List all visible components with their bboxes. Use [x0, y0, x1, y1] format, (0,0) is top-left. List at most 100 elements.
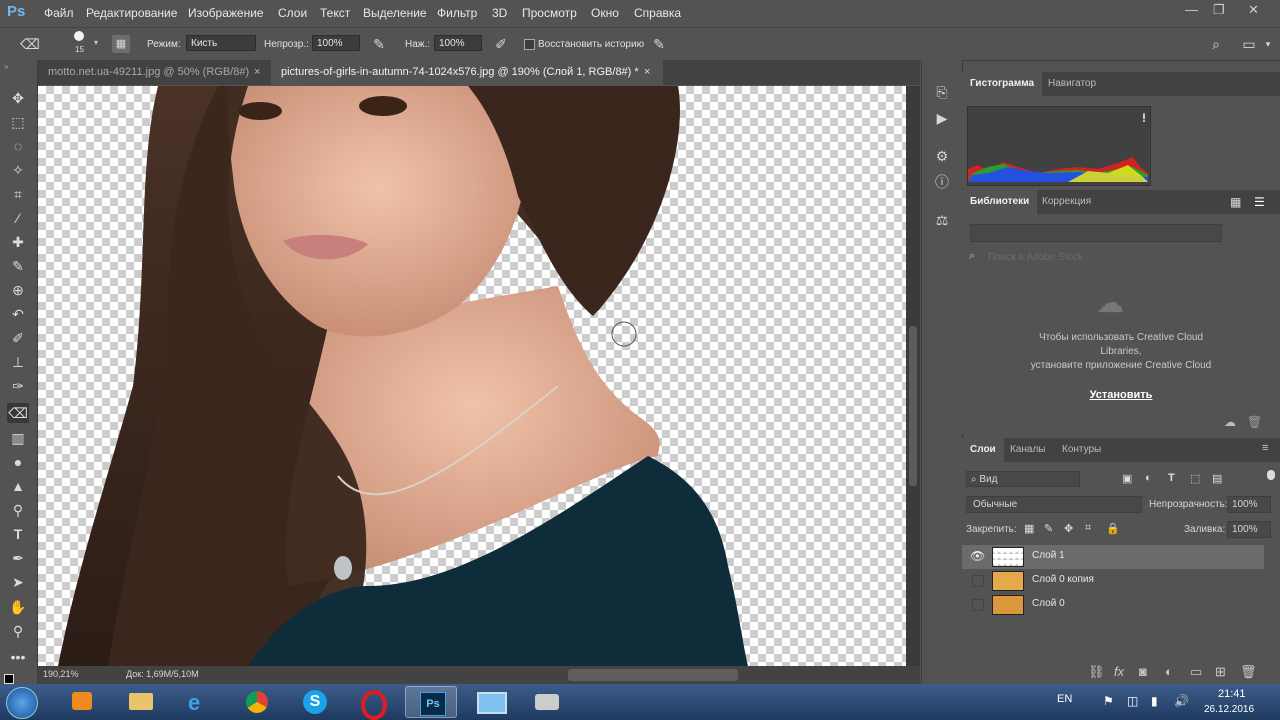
tab-pictures-of-girls[interactable]: pictures-of-girls-in-autumn-74-1024x576.… [271, 60, 663, 85]
mode-select[interactable]: Кисть [186, 35, 256, 51]
adjustment-filter-icon[interactable]: ◐ [1145, 472, 1152, 484]
menu-view[interactable]: Просмотр [522, 6, 577, 20]
close-icon[interactable]: × [254, 60, 260, 85]
menu-edit[interactable]: Редактирование [86, 6, 177, 20]
path-selection-tool-icon[interactable]: ➤ [7, 572, 29, 592]
layer-row-3[interactable]: Слой 0 [962, 593, 1264, 617]
workspace-icon[interactable]: ▭ [1240, 35, 1258, 53]
brush-panel-icon[interactable]: ▦ [112, 35, 130, 53]
menu-select[interactable]: Выделение [363, 6, 427, 20]
menu-window[interactable]: Окно [591, 6, 619, 20]
install-link[interactable]: Установить [962, 389, 1280, 401]
pen-tool-icon[interactable]: ✒ [7, 548, 29, 568]
close-button[interactable]: ✕ [1248, 2, 1259, 18]
lock-all-icon[interactable]: 🔒 [1106, 522, 1120, 535]
zoom-level[interactable]: 190,21% [43, 669, 79, 679]
cc-sync-icon[interactable]: ☁ [1224, 415, 1236, 429]
lasso-tool-icon[interactable]: ◌ [7, 136, 29, 156]
blend-mode-select[interactable]: Обычные [966, 496, 1142, 513]
language-indicator[interactable]: EN [1057, 693, 1072, 705]
tab-histogram[interactable]: Гистограмма [962, 72, 1043, 96]
tab-adjustments[interactable]: Коррекция [1034, 190, 1099, 214]
media-player-app[interactable] [56, 686, 108, 718]
visibility-toggle[interactable] [972, 575, 984, 587]
start-button[interactable] [6, 687, 38, 719]
brush-tool-icon[interactable]: ✎ [7, 256, 29, 276]
quick-selection-tool-icon[interactable]: ✧ [7, 160, 29, 180]
clock-time[interactable]: 21:41 [1218, 688, 1246, 700]
collapse-icon[interactable]: » [4, 62, 8, 71]
stock-search-input[interactable]: Поиск в Adobe Stock [988, 252, 1083, 263]
add-mask-icon[interactable]: ◙ [1139, 664, 1147, 679]
move-tool-icon[interactable]: ✥ [7, 88, 29, 108]
hand-tool-icon[interactable]: ✋ [7, 597, 29, 617]
layer-row-2[interactable]: Слой 0 копия [962, 569, 1264, 593]
clone-stamp-tool-icon[interactable]: ⊕ [7, 280, 29, 300]
eyedropper-tool-icon[interactable]: ⁄ [7, 208, 29, 228]
crop-tool-icon[interactable]: ⌗ [7, 184, 29, 204]
opacity-field[interactable]: 100% [312, 35, 360, 51]
internet-explorer-app[interactable]: e [174, 686, 226, 718]
layer-opacity-field[interactable]: 100% [1227, 496, 1271, 513]
new-layer-icon[interactable]: ⊞ [1215, 664, 1226, 680]
smart-object-filter-icon[interactable]: ▤ [1212, 472, 1222, 485]
clock-date[interactable]: 26.12.2016 [1204, 704, 1254, 715]
zoom-tool-icon[interactable]: ⚲ [7, 621, 29, 641]
tab-layers[interactable]: Слои [962, 438, 1004, 462]
network-icon[interactable]: ▮ [1151, 694, 1158, 708]
tab-motto[interactable]: motto.net.ua-49211.jpg @ 50% (RGB/8#) × [38, 60, 266, 85]
tab-channels[interactable]: Каналы [1002, 438, 1054, 462]
pixel-filter-icon[interactable]: ▣ [1122, 472, 1132, 485]
layer-row-1[interactable]: 👁 Слой 1 [962, 545, 1264, 569]
tray-flag-icon[interactable]: ⚑ [1103, 694, 1114, 708]
panel-menu-icon[interactable]: ≡ [1262, 442, 1268, 454]
type-filter-icon[interactable]: T [1168, 472, 1175, 484]
pressure-opacity-icon[interactable]: ✎ [370, 35, 388, 53]
menu-3d[interactable]: 3D [492, 6, 507, 20]
menu-layers[interactable]: Слои [278, 6, 307, 20]
document-canvas[interactable] [38, 86, 906, 666]
gradient-tool-icon[interactable]: ▥ [7, 428, 29, 448]
computer-app[interactable] [464, 686, 516, 718]
camera-app[interactable] [521, 686, 573, 718]
vertical-scrollbar[interactable] [906, 86, 920, 666]
adjustments-icon[interactable]: ⚖ [932, 210, 952, 230]
art-history-brush-icon[interactable]: ✑ [7, 376, 29, 396]
more-tools-icon[interactable]: ••• [7, 647, 29, 667]
healing-brush-tool-icon[interactable]: ✚ [7, 232, 29, 252]
filter-kind-select[interactable]: ⌕ Вид [966, 471, 1080, 487]
explorer-app[interactable] [115, 686, 167, 718]
brush-preview-icon[interactable] [74, 31, 84, 41]
restore-history-checkbox[interactable] [524, 39, 535, 50]
info-icon[interactable]: ⓘ [932, 172, 952, 192]
restore-button[interactable]: ❐ [1213, 2, 1225, 18]
blur-tool-icon[interactable]: ● [7, 452, 29, 472]
properties-icon[interactable]: ⚙ [932, 146, 952, 166]
search-icon[interactable]: ⌕ [1207, 35, 1225, 53]
brush-tool-icon[interactable]: ✐ [7, 328, 29, 348]
volume-icon[interactable]: 🔊 [1174, 694, 1189, 708]
filter-toggle[interactable] [1267, 470, 1275, 480]
lock-pixels-icon[interactable]: ✎ [1044, 522, 1053, 535]
warning-icon[interactable]: ! [1142, 111, 1146, 125]
menu-image[interactable]: Изображение [188, 6, 264, 20]
photoshop-app[interactable]: Ps [405, 686, 457, 718]
opera-app[interactable] [347, 686, 399, 720]
tray-app-icon[interactable]: ◫ [1127, 694, 1138, 708]
history-brush-tool-icon[interactable]: ↶ [7, 304, 29, 324]
type-tool-icon[interactable]: T [7, 524, 29, 544]
menu-file[interactable]: Файл [44, 6, 74, 20]
history-icon[interactable]: ⎘ [932, 82, 952, 102]
fill-field[interactable]: 100% [1227, 521, 1271, 538]
chrome-app[interactable] [232, 686, 284, 718]
minimize-button[interactable]: — [1185, 2, 1198, 17]
menu-help[interactable]: Справка [634, 6, 681, 20]
close-icon[interactable]: × [644, 60, 650, 85]
tab-paths[interactable]: Контуры [1054, 438, 1109, 462]
lock-transparency-icon[interactable]: ▦ [1024, 522, 1034, 535]
pressure-size-icon[interactable]: ✎ [650, 35, 668, 53]
visibility-toggle[interactable] [972, 599, 984, 611]
menu-type[interactable]: Текст [320, 6, 350, 20]
fx-icon[interactable]: fx [1114, 664, 1124, 679]
pressure-field[interactable]: 100% [434, 35, 482, 51]
